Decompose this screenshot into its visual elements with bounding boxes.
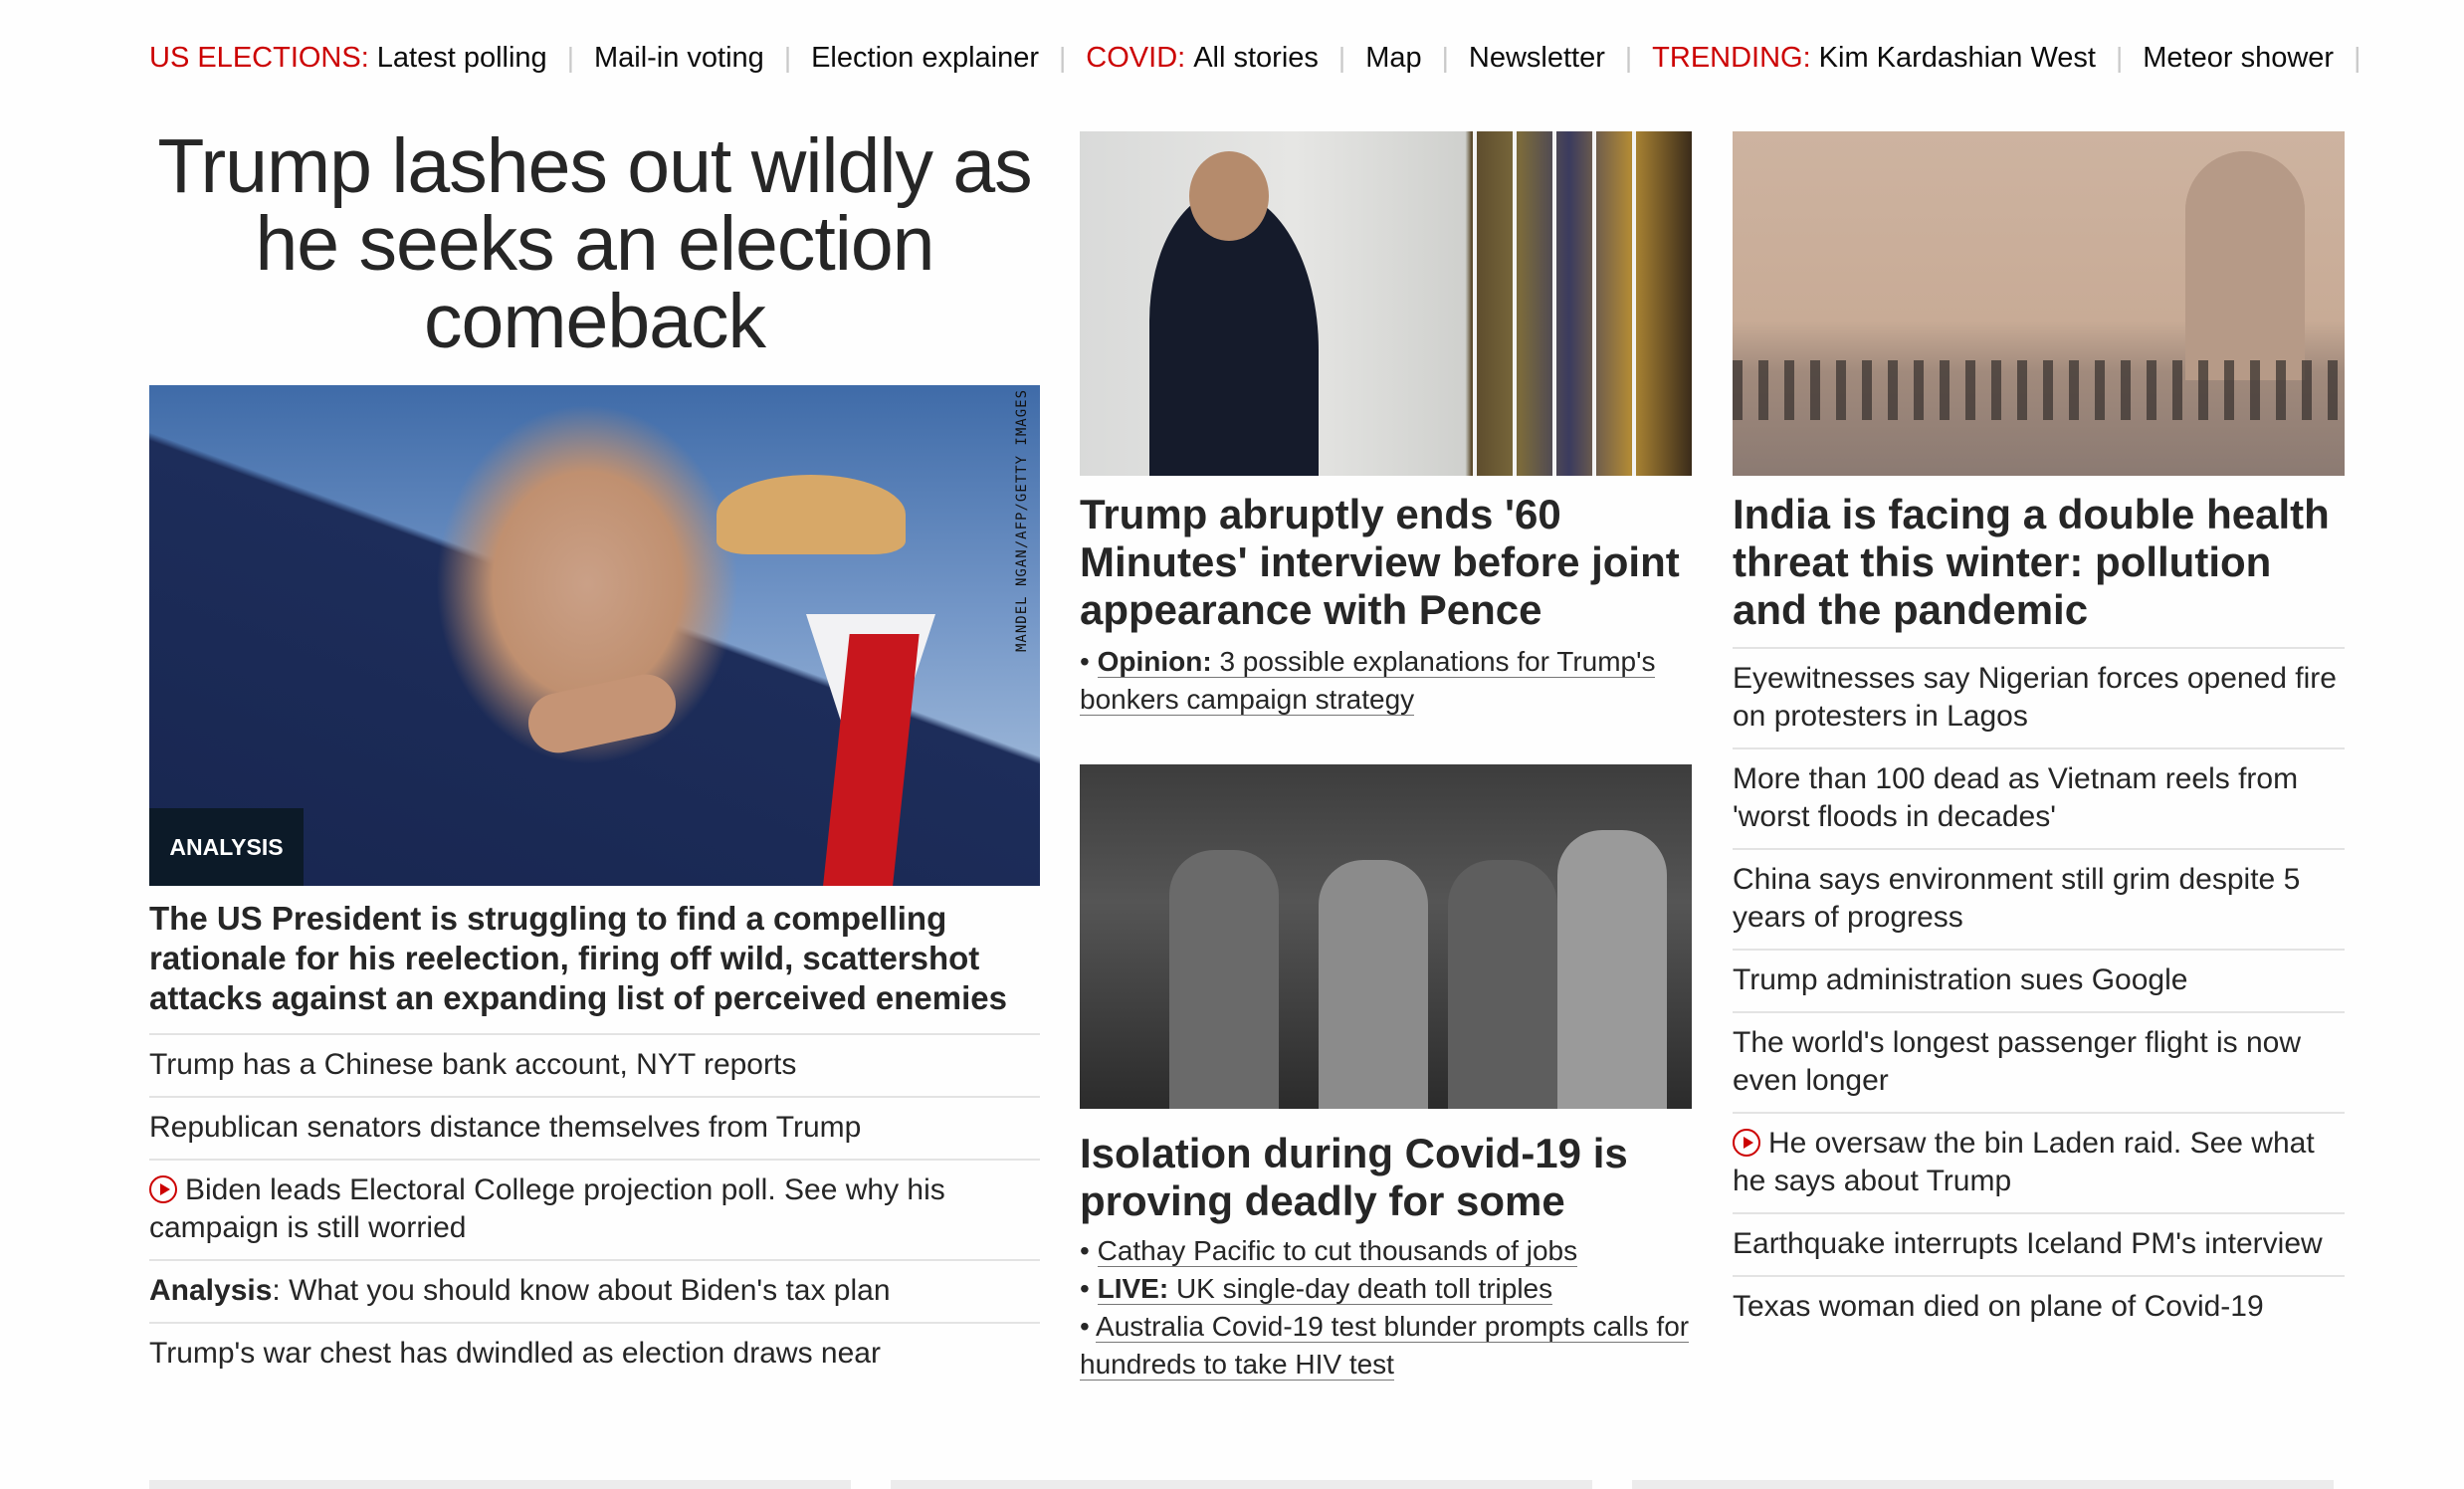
- list-item[interactable]: Eyewitnesses say Nigerian forces opened …: [1733, 647, 2345, 747]
- nav-divider: |: [1059, 42, 1067, 73]
- top-nav: US ELECTIONS: Latest polling | Mail-in v…: [149, 38, 2380, 78]
- nav-link[interactable]: All stories: [1193, 42, 1319, 75]
- nav-link[interactable]: Map: [1365, 42, 1421, 75]
- image-credit: MANDEL NGAN/AFP/GETTY IMAGES: [1014, 389, 1030, 653]
- list-item[interactable]: Republican senators distance themselves …: [149, 1096, 1040, 1159]
- list-item[interactable]: China says environment still grim despit…: [1733, 848, 2345, 949]
- play-icon: [149, 1175, 177, 1203]
- bullet-item[interactable]: • LIVE: UK single-day death toll triples: [1080, 1270, 1697, 1308]
- isolation-story-bullets: • Cathay Pacific to cut thousands of job…: [1080, 1232, 1697, 1383]
- list-item[interactable]: Trump's war chest has dwindled as electi…: [149, 1322, 1040, 1384]
- image-detail: [522, 669, 682, 758]
- list-item-prefix[interactable]: Analysis: [149, 1274, 272, 1307]
- analysis-badge: ANALYSIS: [149, 808, 304, 886]
- bullet-text[interactable]: UK single-day death toll triples: [1176, 1273, 1552, 1304]
- bullet-prefix[interactable]: LIVE:: [1098, 1273, 1169, 1304]
- bullet-item[interactable]: • Cathay Pacific to cut thousands of job…: [1080, 1232, 1697, 1270]
- nav-divider: |: [1624, 42, 1633, 73]
- nav-link[interactable]: Kim Kardashian West: [1819, 42, 2096, 75]
- isolation-story-image[interactable]: [1080, 764, 1692, 1109]
- next-section-divider: [891, 1480, 1592, 1489]
- nav-group-trending: TRENDING: Kim Kardashian West | Meteor s…: [1652, 42, 2380, 75]
- trump-story-bullets: • Opinion: 3 possible explanations for T…: [1080, 643, 1697, 719]
- lead-headline[interactable]: Trump lashes out wildly as he seeks an e…: [149, 127, 1040, 360]
- list-item-text[interactable]: Biden leads Electoral College projection…: [149, 1173, 945, 1244]
- bullet-item[interactable]: • Opinion: 3 possible explanations for T…: [1080, 643, 1697, 719]
- image-detail: [1733, 360, 2345, 420]
- nav-divider: |: [2354, 42, 2361, 73]
- nav-link[interactable]: Mail-in voting: [594, 42, 764, 75]
- list-item[interactable]: Analysis: What you should know about Bid…: [149, 1259, 1040, 1322]
- list-item-text[interactable]: Eyewitnesses say Nigerian forces opened …: [1733, 662, 2337, 733]
- bullet-item[interactable]: • Australia Covid-19 test blunder prompt…: [1080, 1308, 1697, 1383]
- nav-link[interactable]: Newsletter: [1469, 42, 1605, 75]
- list-item-text[interactable]: Earthquake interrupts Iceland PM's inter…: [1733, 1227, 2323, 1260]
- nav-link[interactable]: Meteor shower: [2143, 42, 2334, 75]
- list-item[interactable]: The world's longest passenger flight is …: [1733, 1011, 2345, 1112]
- nav-divider: |: [783, 42, 792, 73]
- nav-link[interactable]: Election explainer: [811, 42, 1039, 75]
- image-detail: [2185, 151, 2305, 380]
- image-detail: [1189, 151, 1269, 241]
- list-item-text[interactable]: China says environment still grim despit…: [1733, 863, 2300, 934]
- nav-divider: |: [566, 42, 574, 73]
- list-item[interactable]: Earthquake interrupts Iceland PM's inter…: [1733, 1212, 2345, 1275]
- list-item-text[interactable]: Trump has a Chinese bank account, NYT re…: [149, 1048, 796, 1081]
- next-section-divider: [1632, 1480, 2334, 1489]
- nav-category-label[interactable]: TRENDING:: [1652, 42, 1811, 75]
- bullet-text[interactable]: Australia Covid-19 test blunder prompts …: [1080, 1311, 1690, 1381]
- image-detail: [1319, 860, 1428, 1109]
- image-detail: [717, 475, 906, 554]
- nav-link[interactable]: Latest polling: [377, 42, 547, 75]
- list-item-text[interactable]: He oversaw the bin Laden raid. See what …: [1733, 1127, 2315, 1197]
- india-related-list: Eyewitnesses say Nigerian forces opened …: [1733, 647, 2345, 1338]
- list-item[interactable]: Biden leads Electoral College projection…: [149, 1159, 1040, 1259]
- list-item-text[interactable]: : What you should know about Biden's tax…: [272, 1274, 890, 1307]
- list-item[interactable]: More than 100 dead as Vietnam reels from…: [1733, 747, 2345, 848]
- nav-category-label[interactable]: US ELECTIONS:: [149, 42, 369, 75]
- nav-group-us-elections: US ELECTIONS: Latest polling | Mail-in v…: [149, 42, 1086, 75]
- lead-summary[interactable]: The US President is struggling to find a…: [149, 899, 1045, 1018]
- trump-story-image[interactable]: [1080, 131, 1692, 476]
- list-item[interactable]: He oversaw the bin Laden raid. See what …: [1733, 1112, 2345, 1212]
- nav-divider: |: [2115, 42, 2124, 73]
- trump-story-headline[interactable]: Trump abruptly ends '60 Minutes' intervi…: [1080, 491, 1697, 634]
- list-item-text[interactable]: More than 100 dead as Vietnam reels from…: [1733, 762, 2298, 833]
- next-section-divider: [149, 1480, 851, 1489]
- list-item[interactable]: Trump has a Chinese bank account, NYT re…: [149, 1033, 1040, 1096]
- bullet-prefix[interactable]: Opinion:: [1098, 646, 1212, 677]
- nav-group-covid: COVID: All stories | Map | Newsletter |: [1086, 42, 1652, 75]
- nav-category-label[interactable]: COVID:: [1086, 42, 1185, 75]
- play-icon: [1733, 1129, 1760, 1157]
- lead-related-list: Trump has a Chinese bank account, NYT re…: [149, 1033, 1040, 1384]
- india-story-image[interactable]: [1733, 131, 2345, 476]
- bullet-text[interactable]: Cathay Pacific to cut thousands of jobs: [1097, 1235, 1578, 1267]
- list-item-text[interactable]: Trump's war chest has dwindled as electi…: [149, 1337, 881, 1370]
- image-detail: [1169, 850, 1279, 1109]
- nav-divider: |: [1337, 42, 1346, 73]
- nav-divider: |: [1441, 42, 1449, 73]
- isolation-story-headline[interactable]: Isolation during Covid-19 is proving dea…: [1080, 1130, 1697, 1225]
- image-detail: [1557, 830, 1667, 1109]
- list-item-text[interactable]: Texas woman died on plane of Covid-19: [1733, 1290, 2264, 1323]
- image-detail: [1473, 131, 1477, 476]
- list-item-text[interactable]: Republican senators distance themselves …: [149, 1111, 861, 1144]
- list-item-text[interactable]: The world's longest passenger flight is …: [1733, 1026, 2301, 1097]
- list-item-text[interactable]: Trump administration sues Google: [1733, 963, 2187, 996]
- image-detail: [1448, 860, 1557, 1109]
- india-story-headline[interactable]: India is facing a double health threat t…: [1733, 491, 2350, 634]
- list-item[interactable]: Trump administration sues Google: [1733, 949, 2345, 1011]
- list-item[interactable]: Texas woman died on plane of Covid-19: [1733, 1275, 2345, 1338]
